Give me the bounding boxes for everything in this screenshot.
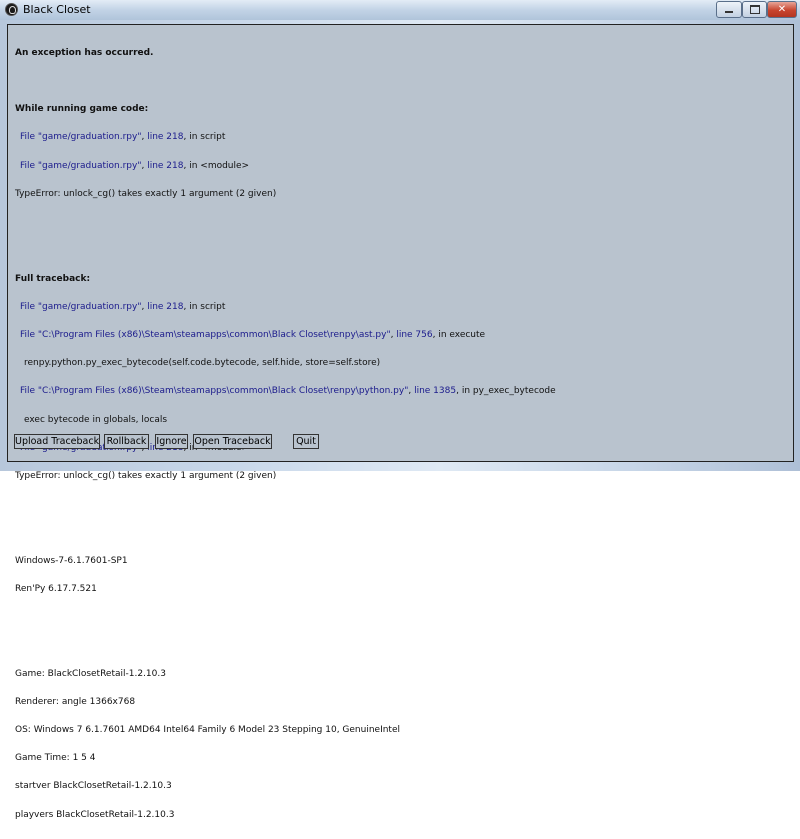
ignore-button[interactable]: Ignore xyxy=(155,434,188,449)
error-message: TypeError: unlock_cg() takes exactly 1 a… xyxy=(15,188,277,199)
minimize-icon xyxy=(725,11,733,13)
traceback-code: renpy.python.py_exec_bytecode(self.code.… xyxy=(24,358,381,369)
game-code-heading: While running game code: xyxy=(15,104,149,115)
startver-info: startver BlackClosetRetail-1.2.10.3 xyxy=(15,781,172,792)
game-time-info: Game Time: 1 5 4 xyxy=(15,753,96,764)
quit-button[interactable]: Quit xyxy=(293,434,319,449)
window-title: Black Closet xyxy=(23,3,91,16)
traceback-line: File "game/graduation.rpy", line 218, in… xyxy=(20,301,226,312)
error-message: TypeError: unlock_cg() takes exactly 1 a… xyxy=(15,471,277,482)
close-button[interactable]: ✕ xyxy=(767,1,797,18)
open-traceback-button[interactable]: Open Traceback xyxy=(193,434,272,449)
traceback-line: File "C:\Program Files (x86)\Steam\steam… xyxy=(20,329,486,340)
os-info: OS: Windows 7 6.1.7601 AMD64 Intel64 Fam… xyxy=(15,724,401,735)
game-info: Game: BlackClosetRetail-1.2.10.3 xyxy=(15,668,166,679)
error-heading: An exception has occurred. xyxy=(15,47,154,58)
rollback-button[interactable]: Rollback xyxy=(104,434,149,449)
renpy-version: Ren'Py 6.17.7.521 xyxy=(15,583,97,594)
close-icon: ✕ xyxy=(777,4,787,15)
exception-panel: An exception has occurred. While running… xyxy=(7,24,794,820)
title-bar[interactable]: Black Closet ✕ xyxy=(0,0,800,20)
traceback-line: File "C:\Program Files (x86)\Steam\steam… xyxy=(20,386,556,397)
traceback-line: File "game/graduation.rpy", line 218, in… xyxy=(20,160,250,171)
traceback-code: exec bytecode in globals, locals xyxy=(24,414,168,425)
app-icon xyxy=(5,3,18,16)
traceback-line: File "game/graduation.rpy", line 218, in… xyxy=(20,132,226,143)
maximize-icon xyxy=(749,5,760,14)
playvers-info: playvers BlackClosetRetail-1.2.10.3 xyxy=(15,809,175,820)
app-window: Black Closet ✕ An exception has occurred… xyxy=(0,0,800,820)
upload-traceback-button[interactable]: Upload Traceback xyxy=(14,434,100,449)
os-version: Windows-7-6.1.7601-SP1 xyxy=(15,555,128,566)
renderer-info: Renderer: angle 1366x768 xyxy=(15,696,136,707)
full-traceback-heading: Full traceback: xyxy=(15,273,91,284)
minimize-button[interactable] xyxy=(716,1,742,18)
maximize-button[interactable] xyxy=(742,1,767,18)
